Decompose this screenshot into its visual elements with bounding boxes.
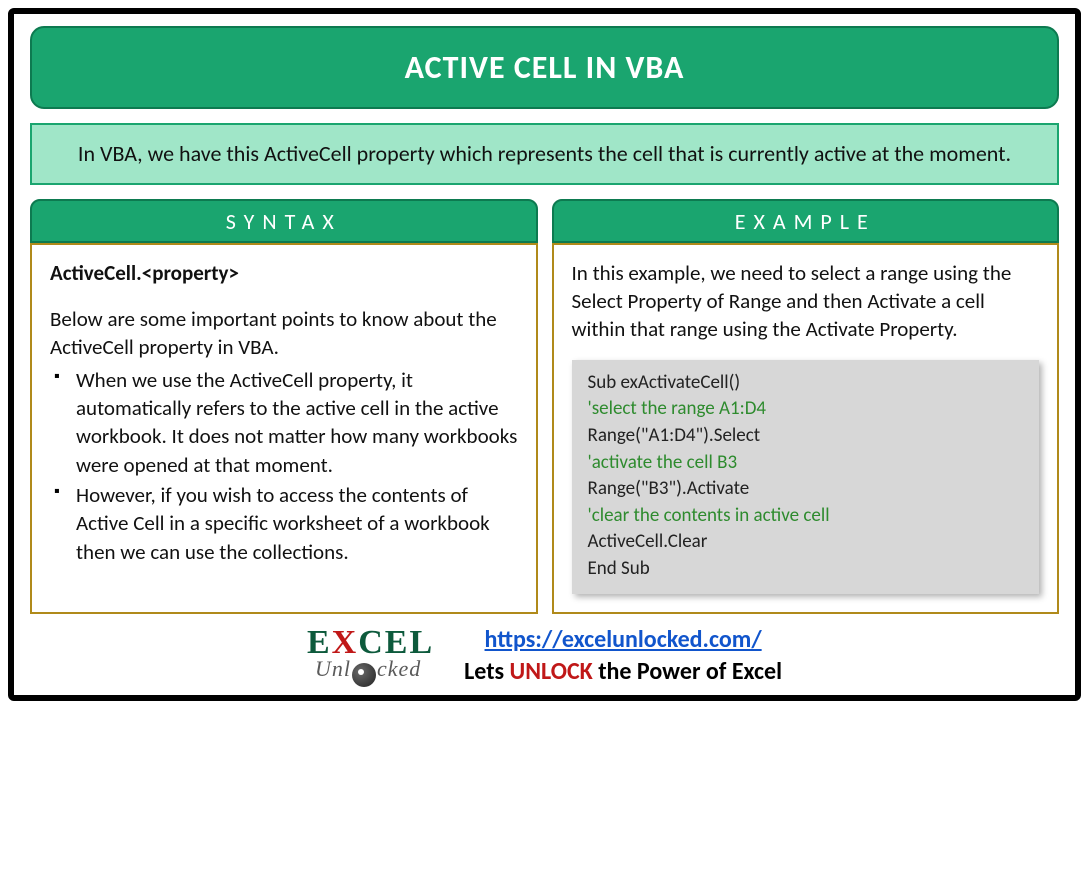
code-line: Range("A1:D4").Select [588, 423, 1024, 450]
title-bar: ACTIVE CELL IN VBA [30, 26, 1059, 109]
footer-link[interactable]: https://excelunlocked.com/ [485, 625, 762, 654]
syntax-heading: ActiveCell.<property> [50, 260, 239, 286]
code-line: End Sub [588, 556, 1024, 583]
code-comment: 'clear the contents in active cell [588, 503, 1024, 530]
document-frame: ACTIVE CELL IN VBA In VBA, we have this … [8, 8, 1081, 701]
page-title: ACTIVE CELL IN VBA [42, 48, 1047, 87]
excel-unlocked-logo: EXCEL Unl cked [307, 628, 434, 683]
tagline-accent: UNLOCK [510, 657, 593, 686]
syntax-lead: Below are some important points to know … [50, 305, 518, 362]
columns: SYNTAX ActiveCell.<property> Below are s… [30, 199, 1059, 615]
logo-text: Unl [315, 656, 351, 681]
code-comment: 'select the range A1:D4 [588, 396, 1024, 423]
example-panel: In this example, we need to select a ran… [552, 243, 1060, 615]
tagline-prefix: Lets [464, 657, 509, 686]
example-column: EXAMPLE In this example, we need to sele… [552, 199, 1060, 615]
key-icon [352, 663, 376, 687]
intro-banner: In VBA, we have this ActiveCell property… [30, 123, 1059, 185]
code-comment: 'activate the cell B3 [588, 450, 1024, 477]
footer-text: https://excelunlocked.com/ Lets UNLOCK t… [464, 624, 782, 686]
code-line: ActiveCell.Clear [588, 529, 1024, 556]
footer: EXCEL Unl cked https://excelunlocked.com/… [30, 624, 1059, 686]
example-lead: In this example, we need to select a ran… [572, 259, 1040, 344]
example-tab: EXAMPLE [552, 199, 1060, 243]
syntax-points: When we use the ActiveCell property, it … [50, 366, 518, 566]
list-item: When we use the ActiveCell property, it … [76, 366, 518, 479]
code-line: Sub exActivateCell() [588, 370, 1024, 397]
tagline-suffix: the Power of Excel [593, 657, 782, 686]
syntax-panel: ActiveCell.<property> Below are some imp… [30, 243, 538, 615]
syntax-column: SYNTAX ActiveCell.<property> Below are s… [30, 199, 538, 615]
list-item: However, if you wish to access the conte… [76, 481, 518, 566]
logo-top-row: EXCEL [307, 628, 434, 659]
syntax-tab: SYNTAX [30, 199, 538, 243]
logo-bottom-row: Unl cked [315, 659, 421, 683]
code-block: Sub exActivateCell() 'select the range A… [572, 360, 1040, 595]
logo-text: cked [377, 656, 421, 681]
code-line: Range("B3").Activate [588, 476, 1024, 503]
